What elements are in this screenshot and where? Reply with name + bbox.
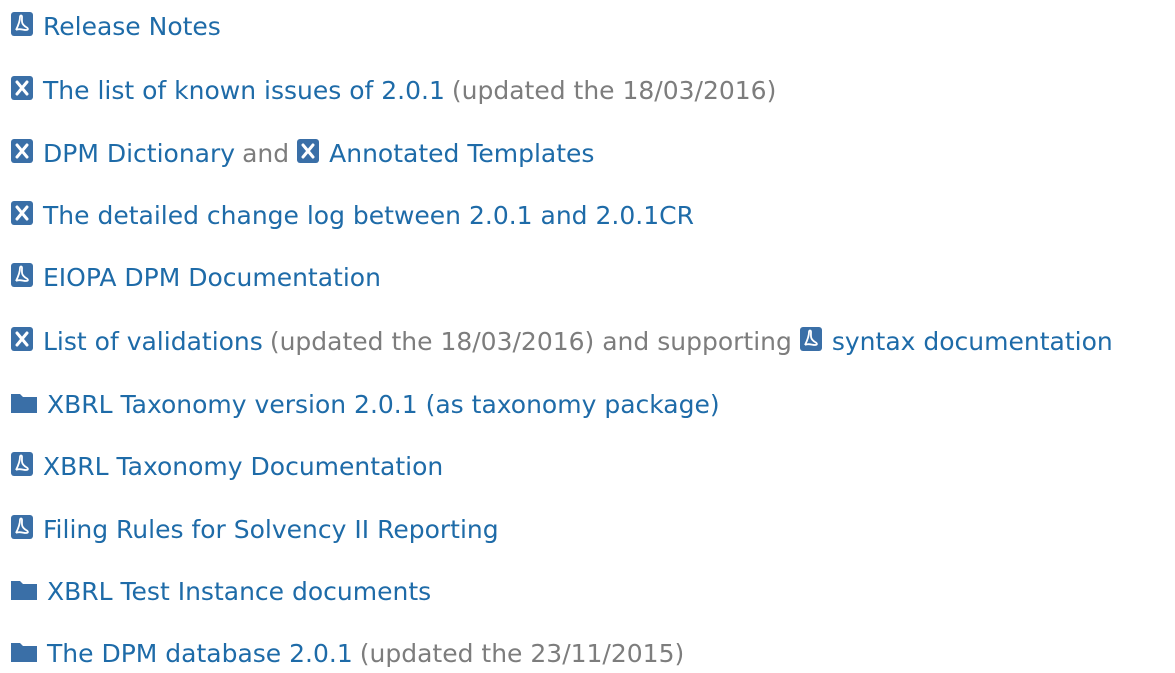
list-item: EIOPA DPM Documentation — [10, 257, 381, 297]
list-item: Filing Rules for Solvency II Reporting — [10, 509, 499, 549]
folder-icon[interactable] — [10, 577, 38, 601]
list-item: The detailed change log between 2.0.1 an… — [10, 195, 694, 235]
folder-icon[interactable] — [10, 639, 38, 663]
excel-icon[interactable] — [10, 326, 34, 352]
filing-rules-link[interactable]: Filing Rules for Solvency II Reporting — [43, 515, 499, 544]
list-item: DPM Dictionary and Annotated Templates — [10, 133, 594, 173]
change-log-link[interactable]: The detailed change log between 2.0.1 an… — [43, 201, 694, 230]
list-item: The list of known issues of 2.0.1 (update… — [10, 70, 776, 110]
syntax-documentation-link[interactable]: syntax documentation — [832, 327, 1113, 356]
pdf-icon[interactable] — [10, 262, 34, 288]
excel-icon[interactable] — [10, 200, 34, 226]
list-item: The DPM database 2.0.1 (updated the 23/11… — [10, 633, 684, 673]
excel-icon[interactable] — [10, 75, 34, 101]
update-date-note: (updated the 18/03/2016) — [451, 75, 777, 105]
xbrl-taxonomy-package-link[interactable]: XBRL Taxonomy version 2.0.1 (as taxonomy… — [47, 390, 720, 419]
list-item: XBRL Taxonomy Documentation — [10, 446, 443, 486]
update-date-note: (updated the 23/11/2015) — [359, 638, 685, 668]
dpm-dictionary-link[interactable]: DPM Dictionary — [43, 139, 235, 168]
pdf-icon[interactable] — [10, 11, 34, 37]
pdf-icon[interactable] — [799, 326, 823, 352]
list-of-validations-link[interactable]: List of validations — [43, 327, 263, 356]
list-item: List of validations (updated the 18/03/20… — [10, 321, 1113, 361]
eiopa-dpm-documentation-link[interactable]: EIOPA DPM Documentation — [43, 263, 381, 292]
xbrl-test-instance-link[interactable]: XBRL Test Instance documents — [47, 577, 431, 606]
connector-text: and — [242, 138, 290, 168]
excel-icon[interactable] — [10, 138, 34, 164]
folder-icon[interactable] — [10, 390, 38, 414]
known-issues-link[interactable]: The list of known issues of 2.0.1 — [43, 76, 445, 105]
release-notes-link[interactable]: Release Notes — [43, 12, 221, 41]
excel-icon[interactable] — [296, 138, 320, 164]
pdf-icon[interactable] — [10, 451, 34, 477]
dpm-database-link[interactable]: The DPM database 2.0.1 — [47, 639, 353, 668]
list-item: XBRL Test Instance documents — [10, 571, 431, 611]
annotated-templates-link[interactable]: Annotated Templates — [329, 139, 594, 168]
document-list: Release Notes The list of known issues o… — [0, 0, 1175, 668]
update-date-note: (updated the 18/03/2016) and supporting — [269, 326, 792, 356]
pdf-icon[interactable] — [10, 514, 34, 540]
list-item: XBRL Taxonomy version 2.0.1 (as taxonomy… — [10, 384, 720, 424]
list-item: Release Notes — [10, 6, 221, 46]
xbrl-taxonomy-documentation-link[interactable]: XBRL Taxonomy Documentation — [43, 452, 443, 481]
